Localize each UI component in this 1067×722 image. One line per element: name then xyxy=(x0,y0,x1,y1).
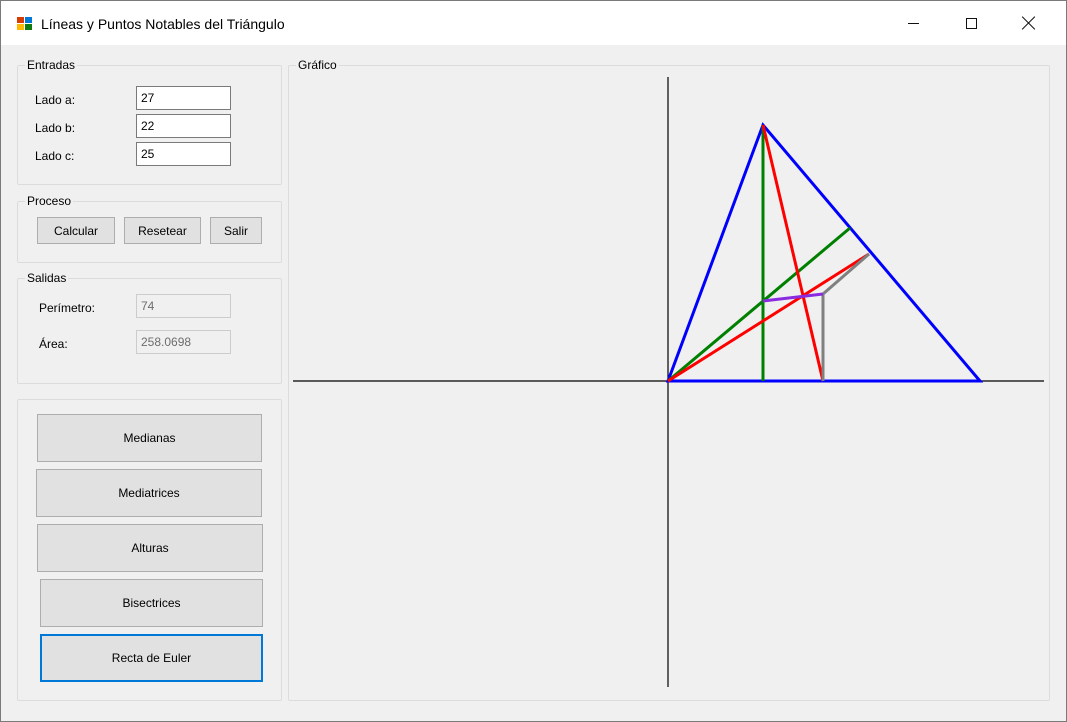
graph-canvas xyxy=(293,77,1044,687)
line-red-from-apex xyxy=(761,124,825,382)
line-red-from-origin xyxy=(667,252,870,383)
gray-diagonal xyxy=(822,252,870,296)
app-window: Líneas y Puntos Notables del Triángulo E… xyxy=(0,0,1067,722)
